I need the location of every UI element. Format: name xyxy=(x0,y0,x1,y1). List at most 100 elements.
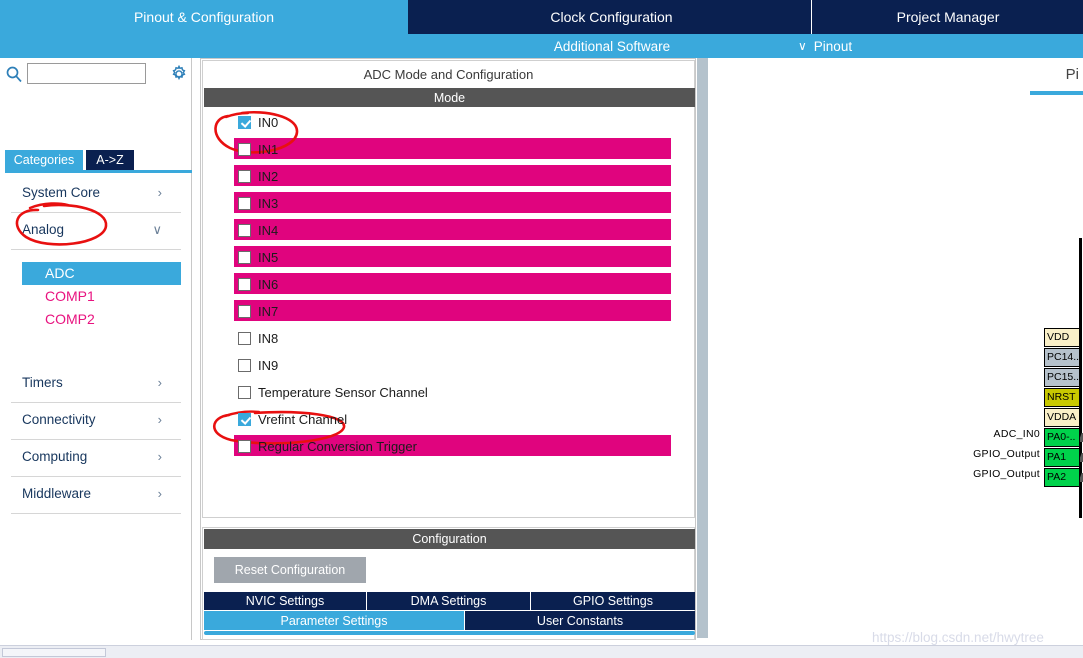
chip-pin[interactable]: NRST xyxy=(1044,388,1080,407)
adc-channel-list: IN0 IN1 IN2 IN3 IN4 IN5 IN6 IN7 IN8 IN9 Temperatur… xyxy=(204,109,695,460)
sidebar-group-connectivity[interactable]: Connectivity › xyxy=(11,403,181,440)
sidebar-group-label: Timers xyxy=(22,375,63,390)
channel-label: IN0 xyxy=(258,115,279,130)
tab-project-manager[interactable]: Project Manager xyxy=(813,0,1083,34)
pin-column: VDD PC14.. PC15.. NRST VDDA ADC_IN0 PA0-.. GPIO… xyxy=(973,328,1083,488)
sidebar-group-computing[interactable]: Computing › xyxy=(11,440,181,477)
chip-pin[interactable]: PA1 xyxy=(1044,448,1080,467)
chevron-right-icon: › xyxy=(157,486,162,501)
adc-channel-row[interactable]: IN1 xyxy=(204,136,695,163)
sidebar-group-timers[interactable]: Timers › xyxy=(11,366,181,403)
channel-label: IN8 xyxy=(258,331,279,346)
tab-clock-configuration[interactable]: Clock Configuration xyxy=(412,0,812,34)
channel-checkbox[interactable] xyxy=(238,224,251,237)
settings-tab[interactable]: GPIO Settings xyxy=(531,592,695,610)
category-list: System Core › Analog ∨ ADC COMP1 COMP2 T… xyxy=(0,176,192,514)
tab-pinout[interactable]: ∨ Pinout xyxy=(790,34,958,58)
channel-checkbox[interactable] xyxy=(238,440,251,453)
channel-label: IN6 xyxy=(258,277,279,292)
chevron-right-icon: › xyxy=(157,449,162,464)
channel-checkbox[interactable] xyxy=(238,359,251,372)
chip-pin[interactable]: PC15.. xyxy=(1044,368,1080,387)
channel-label: Temperature Sensor Channel xyxy=(258,385,428,400)
sidebar-view-tabs: Categories A->Z xyxy=(0,150,192,170)
channel-checkbox[interactable] xyxy=(238,143,251,156)
channel-checkbox[interactable] xyxy=(238,332,251,345)
pinout-view-underline xyxy=(1030,91,1083,95)
settings-tabs-underline xyxy=(204,631,695,635)
channel-label: IN9 xyxy=(258,358,279,373)
search-input[interactable] xyxy=(27,63,146,84)
adc-channel-row[interactable]: IN6 xyxy=(204,271,695,298)
chip-pin[interactable]: VDDA xyxy=(1044,408,1080,427)
search-icon[interactable] xyxy=(5,65,23,83)
sidebar-item-adc[interactable]: ADC xyxy=(22,262,181,285)
settings-tabs-row-1: NVIC Settings DMA Settings GPIO Settings xyxy=(204,592,695,610)
gear-icon[interactable] xyxy=(170,64,188,83)
channel-label: Vrefint Channel xyxy=(258,412,348,427)
adc-channel-row[interactable]: Temperature Sensor Channel xyxy=(204,379,695,406)
sidebar-group-middleware[interactable]: Middleware › xyxy=(11,477,181,514)
categories-sidebar: Categories A->Z System Core › Analog ∨ A… xyxy=(0,58,192,640)
channel-checkbox[interactable] xyxy=(238,197,251,210)
adc-channel-row[interactable]: Regular Conversion Trigger xyxy=(204,433,695,460)
sidebar-tab-underline xyxy=(5,170,192,173)
configuration-panel: Configuration Reset Configuration NVIC S… xyxy=(202,527,695,640)
adc-channel-row[interactable]: Vrefint Channel xyxy=(204,406,695,433)
chip-pin[interactable]: VDD xyxy=(1044,328,1080,347)
adc-channel-row[interactable]: IN3 xyxy=(204,190,695,217)
tab-additional-software[interactable]: Additional Software xyxy=(412,34,812,58)
chevron-down-icon: ∨ xyxy=(798,39,807,53)
configuration-section-header: Configuration xyxy=(204,529,695,549)
reset-configuration-button[interactable]: Reset Configuration xyxy=(214,557,366,583)
adc-channel-row[interactable]: IN8 xyxy=(204,325,695,352)
settings-tab[interactable]: DMA Settings xyxy=(367,592,531,610)
sidebar-group-label: Computing xyxy=(22,449,88,464)
chevron-down-icon: ∨ xyxy=(152,222,162,237)
adc-mode-panel: ADC Mode and Configuration Mode IN0 IN1 IN… xyxy=(202,60,695,518)
settings-tab[interactable]: User Constants xyxy=(465,611,695,630)
settings-tab[interactable]: Parameter Settings xyxy=(204,611,465,630)
sidebar-group-label: Analog xyxy=(22,222,65,237)
channel-highlight-band xyxy=(234,300,671,321)
channel-highlight-band xyxy=(234,219,671,240)
adc-channel-row[interactable]: IN0 xyxy=(204,109,695,136)
mode-section-header: Mode xyxy=(204,88,695,107)
chevron-right-icon: › xyxy=(157,412,162,427)
adc-channel-row[interactable]: IN4 xyxy=(204,217,695,244)
tab-pinout-configuration[interactable]: Pinout & Configuration xyxy=(0,0,408,34)
adc-channel-row[interactable]: IN2 xyxy=(204,163,695,190)
channel-highlight-band xyxy=(234,138,671,159)
adc-channel-row[interactable]: IN5 xyxy=(204,244,695,271)
sidebar-group-analog[interactable]: Analog ∨ xyxy=(11,213,181,250)
sidebar-group-system-core[interactable]: System Core › xyxy=(11,176,181,213)
panel-splitter[interactable] xyxy=(697,58,708,638)
sidebar-item-comp2[interactable]: COMP2 xyxy=(0,308,192,331)
channel-label: IN7 xyxy=(258,304,279,319)
channel-highlight-band xyxy=(234,273,671,294)
channel-highlight-band xyxy=(234,192,671,213)
sidebar-tab-categories[interactable]: Categories xyxy=(5,150,83,170)
chip-pin[interactable]: PC14.. xyxy=(1044,348,1080,367)
chip-pin[interactable]: PA0-.. xyxy=(1044,428,1080,447)
sidebar-tab-a-to-z[interactable]: A->Z xyxy=(86,150,134,170)
sidebar-group-label: Connectivity xyxy=(22,412,96,427)
channel-label: IN5 xyxy=(258,250,279,265)
settings-tab[interactable]: NVIC Settings xyxy=(204,592,367,610)
scrollbar-thumb[interactable] xyxy=(2,648,106,657)
channel-checkbox[interactable] xyxy=(238,386,251,399)
channel-checkbox[interactable] xyxy=(238,305,251,318)
channel-checkbox[interactable] xyxy=(238,116,251,129)
horizontal-scrollbar[interactable] xyxy=(0,645,1083,658)
channel-checkbox[interactable] xyxy=(238,170,251,183)
watermark: https://blog.csdn.net/hwytree xyxy=(872,630,1044,645)
adc-channel-row[interactable]: IN7 xyxy=(204,298,695,325)
channel-checkbox[interactable] xyxy=(238,251,251,264)
adc-channel-row[interactable]: IN9 xyxy=(204,352,695,379)
channel-label: IN1 xyxy=(258,142,279,157)
channel-checkbox[interactable] xyxy=(238,413,251,426)
chip-pin[interactable]: PA2 xyxy=(1044,468,1080,487)
sidebar-item-comp1[interactable]: COMP1 xyxy=(0,285,192,308)
sidebar-group-label: System Core xyxy=(22,185,101,200)
channel-checkbox[interactable] xyxy=(238,278,251,291)
